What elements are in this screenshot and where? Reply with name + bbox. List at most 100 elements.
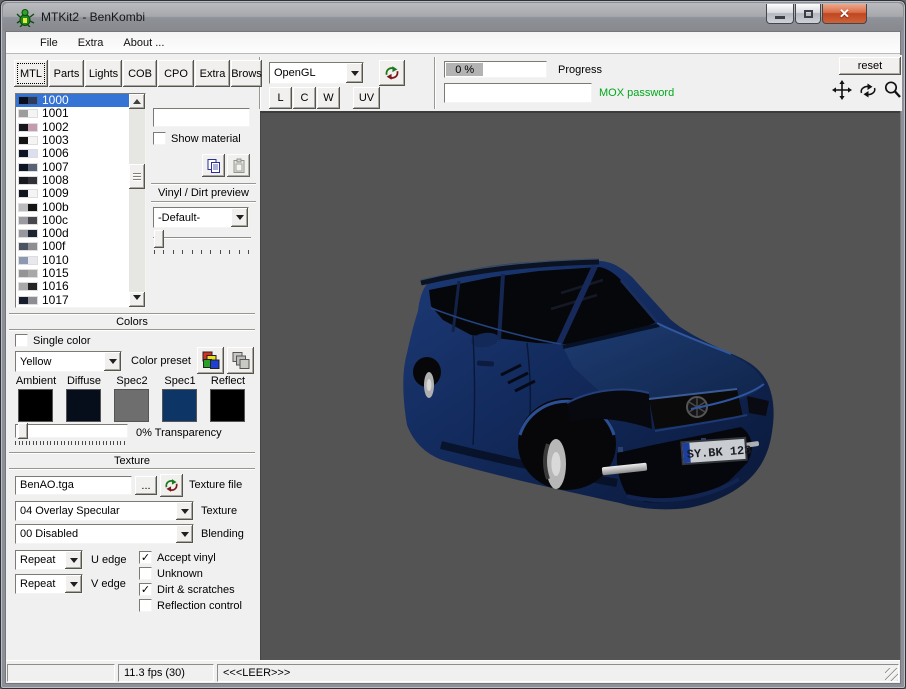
material-row[interactable]: 1003 (16, 134, 145, 147)
blending-dropdown-button[interactable] (176, 525, 193, 543)
tab-cob[interactable]: COB (123, 60, 157, 87)
view-button-l[interactable]: L (269, 87, 292, 109)
checkbox-box-accept-vinyl[interactable]: ✓ (139, 551, 152, 564)
tab-parts[interactable]: Parts (49, 60, 84, 87)
menu-item-about[interactable]: About ... (113, 34, 174, 52)
material-name-input[interactable] (153, 108, 250, 127)
copy-icon (206, 158, 222, 174)
tab-lights[interactable]: Lights (85, 60, 122, 87)
close-button[interactable]: ✕ (822, 4, 867, 24)
checkbox-box-dirt-scratches[interactable]: ✓ (139, 583, 152, 596)
color-swatch-spec2[interactable] (114, 389, 149, 422)
vinyl-preset-select[interactable]: -Default- (153, 207, 249, 228)
reset-button[interactable]: reset (839, 57, 901, 75)
view-button-c[interactable]: C (293, 87, 316, 109)
checkbox-unknown[interactable]: Unknown (139, 567, 203, 580)
pan-icon[interactable] (832, 80, 852, 100)
material-color-chip (18, 163, 38, 172)
show-material-checkbox-box[interactable] (153, 132, 166, 145)
maximize-button[interactable] (795, 4, 821, 24)
texture-mode-select[interactable]: 04 Overlay Specular (15, 501, 194, 521)
material-row[interactable]: 1010 (16, 254, 145, 267)
minimize-button[interactable] (766, 4, 794, 24)
color-swatch-reflect[interactable] (210, 389, 245, 422)
renderer-refresh-button[interactable] (379, 60, 405, 86)
material-list-scrollbar[interactable] (129, 94, 145, 307)
apply-color-preset-button[interactable] (197, 347, 224, 374)
color-preset-select[interactable]: Yellow (15, 351, 122, 372)
checkbox-box-reflection-control[interactable] (139, 599, 152, 612)
checkbox-reflection-control[interactable]: Reflection control (139, 599, 242, 612)
texture-mode-dropdown-button[interactable] (176, 502, 193, 520)
checkbox-dirt-scratches[interactable]: ✓Dirt & scratches (139, 583, 235, 596)
resize-grip[interactable] (885, 668, 898, 681)
u-edge-dropdown-button[interactable] (65, 551, 82, 569)
mox-password-input[interactable] (444, 83, 592, 103)
material-row[interactable]: 1006 (16, 147, 145, 160)
material-color-chip (18, 242, 38, 251)
material-row[interactable]: 1016 (16, 280, 145, 293)
color-swatch-ambient[interactable] (18, 389, 53, 422)
view-button-uv[interactable]: UV (353, 87, 380, 109)
blending-select[interactable]: 00 Disabled (15, 524, 194, 544)
material-row[interactable]: 100c (16, 214, 145, 227)
material-row[interactable]: 100d (16, 227, 145, 240)
tab-cpo[interactable]: CPO (158, 60, 194, 87)
material-row[interactable] (16, 307, 145, 308)
paste-material-button[interactable] (227, 154, 250, 177)
v-edge-select[interactable]: Repeat (15, 574, 83, 594)
color-swatch-diffuse[interactable] (66, 389, 101, 422)
rotate-icon[interactable] (857, 82, 879, 99)
color-preset-value: Yellow (16, 354, 104, 370)
material-row[interactable]: 1009 (16, 187, 145, 200)
scroll-down-button[interactable] (129, 292, 145, 307)
u-edge-select[interactable]: Repeat (15, 550, 83, 570)
scroll-up-button[interactable] (129, 94, 145, 109)
material-row[interactable]: 100f (16, 240, 145, 253)
material-color-chip (18, 109, 38, 118)
gray-color-preset-button[interactable] (227, 347, 254, 374)
reload-texture-button[interactable] (160, 474, 183, 497)
material-id-label: 100f (42, 240, 65, 253)
v-edge-dropdown-button[interactable] (65, 575, 82, 593)
renderer-dropdown-button[interactable] (346, 63, 363, 83)
color-swatch-spec1[interactable] (162, 389, 197, 422)
zoom-icon[interactable] (883, 80, 902, 100)
material-row[interactable]: 1002 (16, 121, 145, 134)
material-row[interactable]: 1017 (16, 293, 145, 306)
refresh-icon (163, 477, 180, 494)
material-list[interactable]: 10001001100210031006100710081009100b100c… (15, 93, 146, 308)
renderer-select[interactable]: OpenGL (269, 62, 364, 84)
material-id-label: 1000 (42, 94, 69, 107)
tab-brows[interactable]: Brows (231, 60, 262, 87)
scrollbar-thumb[interactable] (129, 164, 145, 189)
material-row[interactable]: 1008 (16, 174, 145, 187)
checkbox-accept-vinyl[interactable]: ✓Accept vinyl (139, 551, 216, 564)
material-row[interactable]: 1015 (16, 267, 145, 280)
transparency-slider-track[interactable] (15, 424, 128, 438)
material-row[interactable]: 1001 (16, 107, 145, 120)
material-color-chip (18, 123, 38, 132)
texture-file-input[interactable]: BenAO.tga (15, 476, 132, 495)
vinyl-preset-dropdown-button[interactable] (231, 208, 248, 227)
show-material-checkbox[interactable]: Show material (153, 132, 241, 145)
tab-mtl[interactable]: MTL (14, 60, 48, 87)
viewport-3d[interactable]: SY.BK 123 (260, 111, 900, 661)
material-row[interactable]: 1007 (16, 160, 145, 173)
copy-material-button[interactable] (202, 154, 225, 177)
single-color-checkbox[interactable]: Single color (15, 334, 90, 347)
material-row[interactable]: 1000 (16, 94, 145, 107)
chevron-down-icon (351, 71, 359, 80)
material-row[interactable]: 100b (16, 200, 145, 213)
menu-item-file[interactable]: File (30, 34, 68, 52)
browse-texture-button[interactable]: ... (135, 476, 157, 495)
title-bar[interactable]: MTKit2 - BenKombi ✕ (3, 3, 903, 31)
tab-extra[interactable]: Extra (195, 60, 230, 87)
transparency-slider-thumb[interactable] (18, 423, 28, 439)
checkbox-box-unknown[interactable] (139, 567, 152, 580)
color-preset-dropdown-button[interactable] (104, 352, 121, 371)
view-button-w[interactable]: W (317, 87, 340, 109)
menu-item-extra[interactable]: Extra (68, 34, 114, 52)
single-color-checkbox-box[interactable] (15, 334, 28, 347)
vinyl-slider-thumb[interactable] (154, 230, 164, 248)
